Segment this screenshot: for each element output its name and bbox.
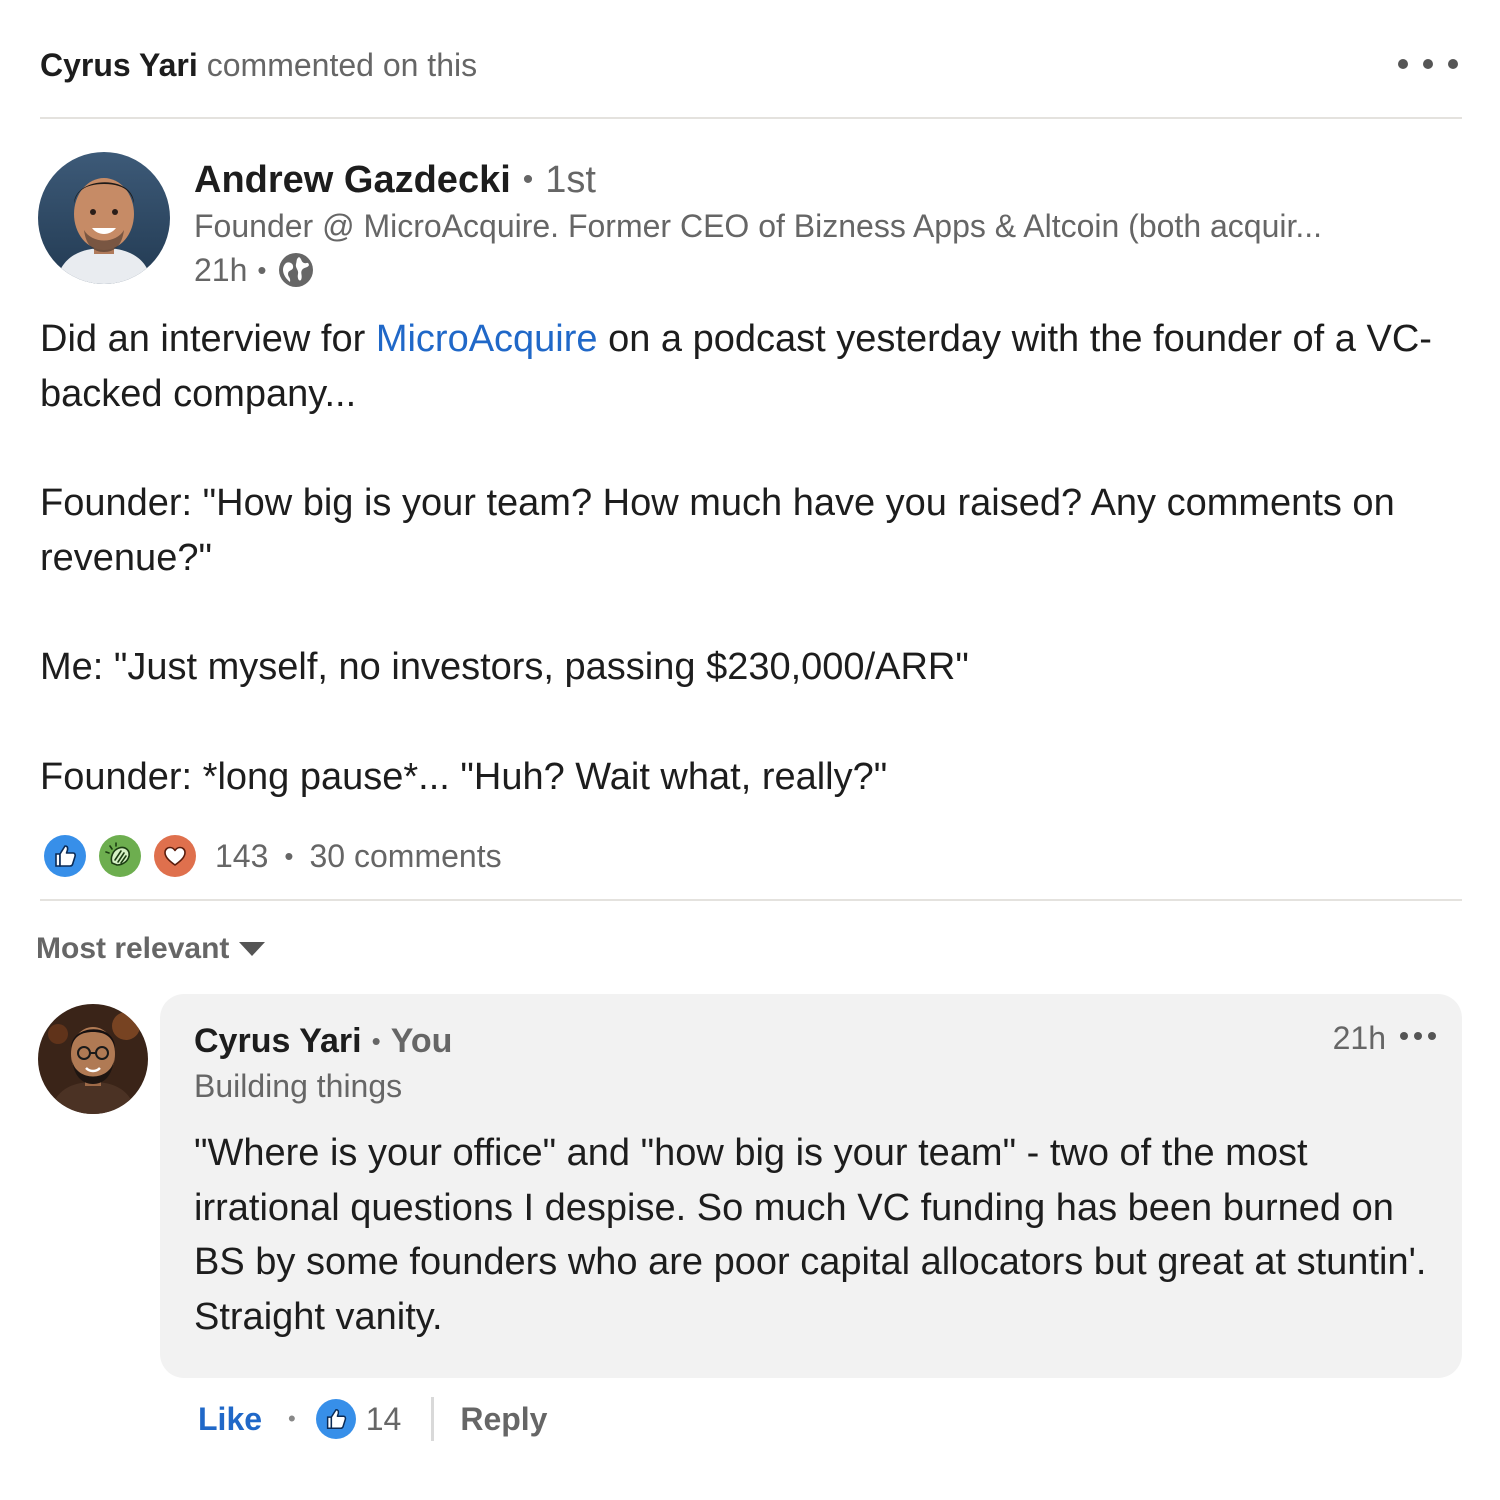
post-time: 21h xyxy=(194,251,248,288)
activity-header: Cyrus Yari commented on this xyxy=(40,40,1462,90)
post-paragraph: Did an interview for MicroAcquire on a p… xyxy=(40,312,1470,421)
social-counts: 143 • 30 comments xyxy=(44,834,502,878)
activity-text: commented on this xyxy=(206,46,478,83)
comment-reply-button[interactable]: Reply xyxy=(460,1401,547,1438)
comment-actions: Like • 14 Reply xyxy=(198,1392,547,1446)
more-options-icon[interactable] xyxy=(1398,52,1458,76)
reactions-divider xyxy=(40,899,1462,901)
company-mention-link[interactable]: MicroAcquire xyxy=(376,318,598,360)
commenter-name-row: Cyrus Yari • You xyxy=(194,1018,452,1064)
header-divider xyxy=(40,117,1462,119)
commenter-headline: Building things xyxy=(194,1068,403,1104)
globe-icon xyxy=(277,251,315,289)
comment-reaction-count[interactable]: 14 xyxy=(366,1401,402,1438)
separator-dot: • xyxy=(284,840,294,871)
author-headline: Founder @ MicroAcquire. Former CEO of Bi… xyxy=(194,208,1323,244)
connection-degree: 1st xyxy=(545,158,596,201)
love-icon[interactable] xyxy=(154,835,196,877)
author-name-row: Andrew Gazdecki • 1st xyxy=(194,152,596,208)
like-icon[interactable] xyxy=(44,835,86,877)
separator-dot: • xyxy=(522,163,534,196)
like-icon[interactable] xyxy=(315,1399,356,1439)
post-paragraph: Founder: *long pause*... "Huh? Wait what… xyxy=(40,755,888,798)
comment-text: "Where is your office" and "how big is y… xyxy=(194,1132,1427,1339)
author-avatar[interactable] xyxy=(38,152,170,284)
caret-down-icon xyxy=(239,942,266,956)
sort-label: Most relevant xyxy=(36,932,230,965)
activity-actor-name[interactable]: Cyrus Yari xyxy=(40,47,198,84)
comment-time: 21h xyxy=(1332,1020,1386,1056)
post-paragraph: Me: "Just myself, no investors, passing … xyxy=(40,646,969,689)
post-text-segment: Did an interview for xyxy=(40,318,376,360)
action-divider xyxy=(431,1397,435,1441)
post-text: Did an interview for MicroAcquire on a p… xyxy=(40,312,1470,804)
separator-dot: • xyxy=(257,254,267,285)
celebrate-icon[interactable] xyxy=(99,835,141,877)
comment-sort-dropdown[interactable]: Most relevant xyxy=(36,928,266,970)
you-badge: You xyxy=(390,1021,453,1060)
separator-dot: • xyxy=(288,1406,296,1431)
separator-dot: • xyxy=(371,1025,381,1056)
comments-count-link[interactable]: 30 comments xyxy=(310,838,502,875)
commenter-name[interactable]: Cyrus Yari xyxy=(194,1022,362,1061)
post-paragraph: Founder: "How big is your team? How much… xyxy=(40,482,1395,579)
comment-more-icon[interactable] xyxy=(1400,1030,1436,1042)
author-name[interactable]: Andrew Gazdecki xyxy=(194,159,511,202)
comment-like-button[interactable]: Like xyxy=(198,1401,262,1438)
post-meta: 21h • xyxy=(194,248,315,292)
reaction-count[interactable]: 143 xyxy=(215,838,268,875)
commenter-avatar[interactable] xyxy=(38,1004,148,1114)
